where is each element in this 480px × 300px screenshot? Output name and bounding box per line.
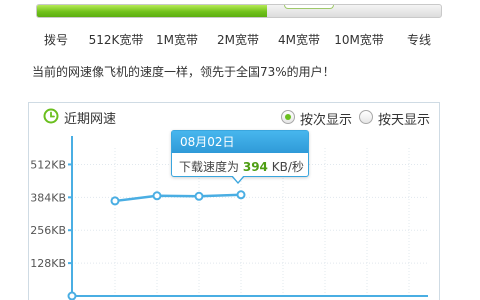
tooltip-body: 下载速度为 394 KB/秒 <box>179 158 304 175</box>
data-point <box>110 196 120 206</box>
y-tick-label: 128KB <box>30 257 66 270</box>
data-point <box>152 191 162 201</box>
y-tick-label: 512KB <box>30 158 66 171</box>
tooltip-value: 394 <box>242 160 268 174</box>
tooltip-prefix: 下载速度为 <box>179 160 240 174</box>
speed-tooltip: 08月02日 下载速度为 394 KB/秒 <box>171 130 309 177</box>
data-point <box>194 191 204 201</box>
series-line <box>114 193 242 203</box>
y-tick-label: 384KB <box>30 191 66 204</box>
tooltip-unit: KB/秒 <box>271 160 304 174</box>
tooltip-date: 08月02日 <box>172 131 308 153</box>
y-tick-label: 256KB <box>30 224 66 237</box>
origin-point <box>67 291 77 300</box>
data-point <box>236 190 246 200</box>
tooltip-pointer-inner <box>232 175 244 182</box>
